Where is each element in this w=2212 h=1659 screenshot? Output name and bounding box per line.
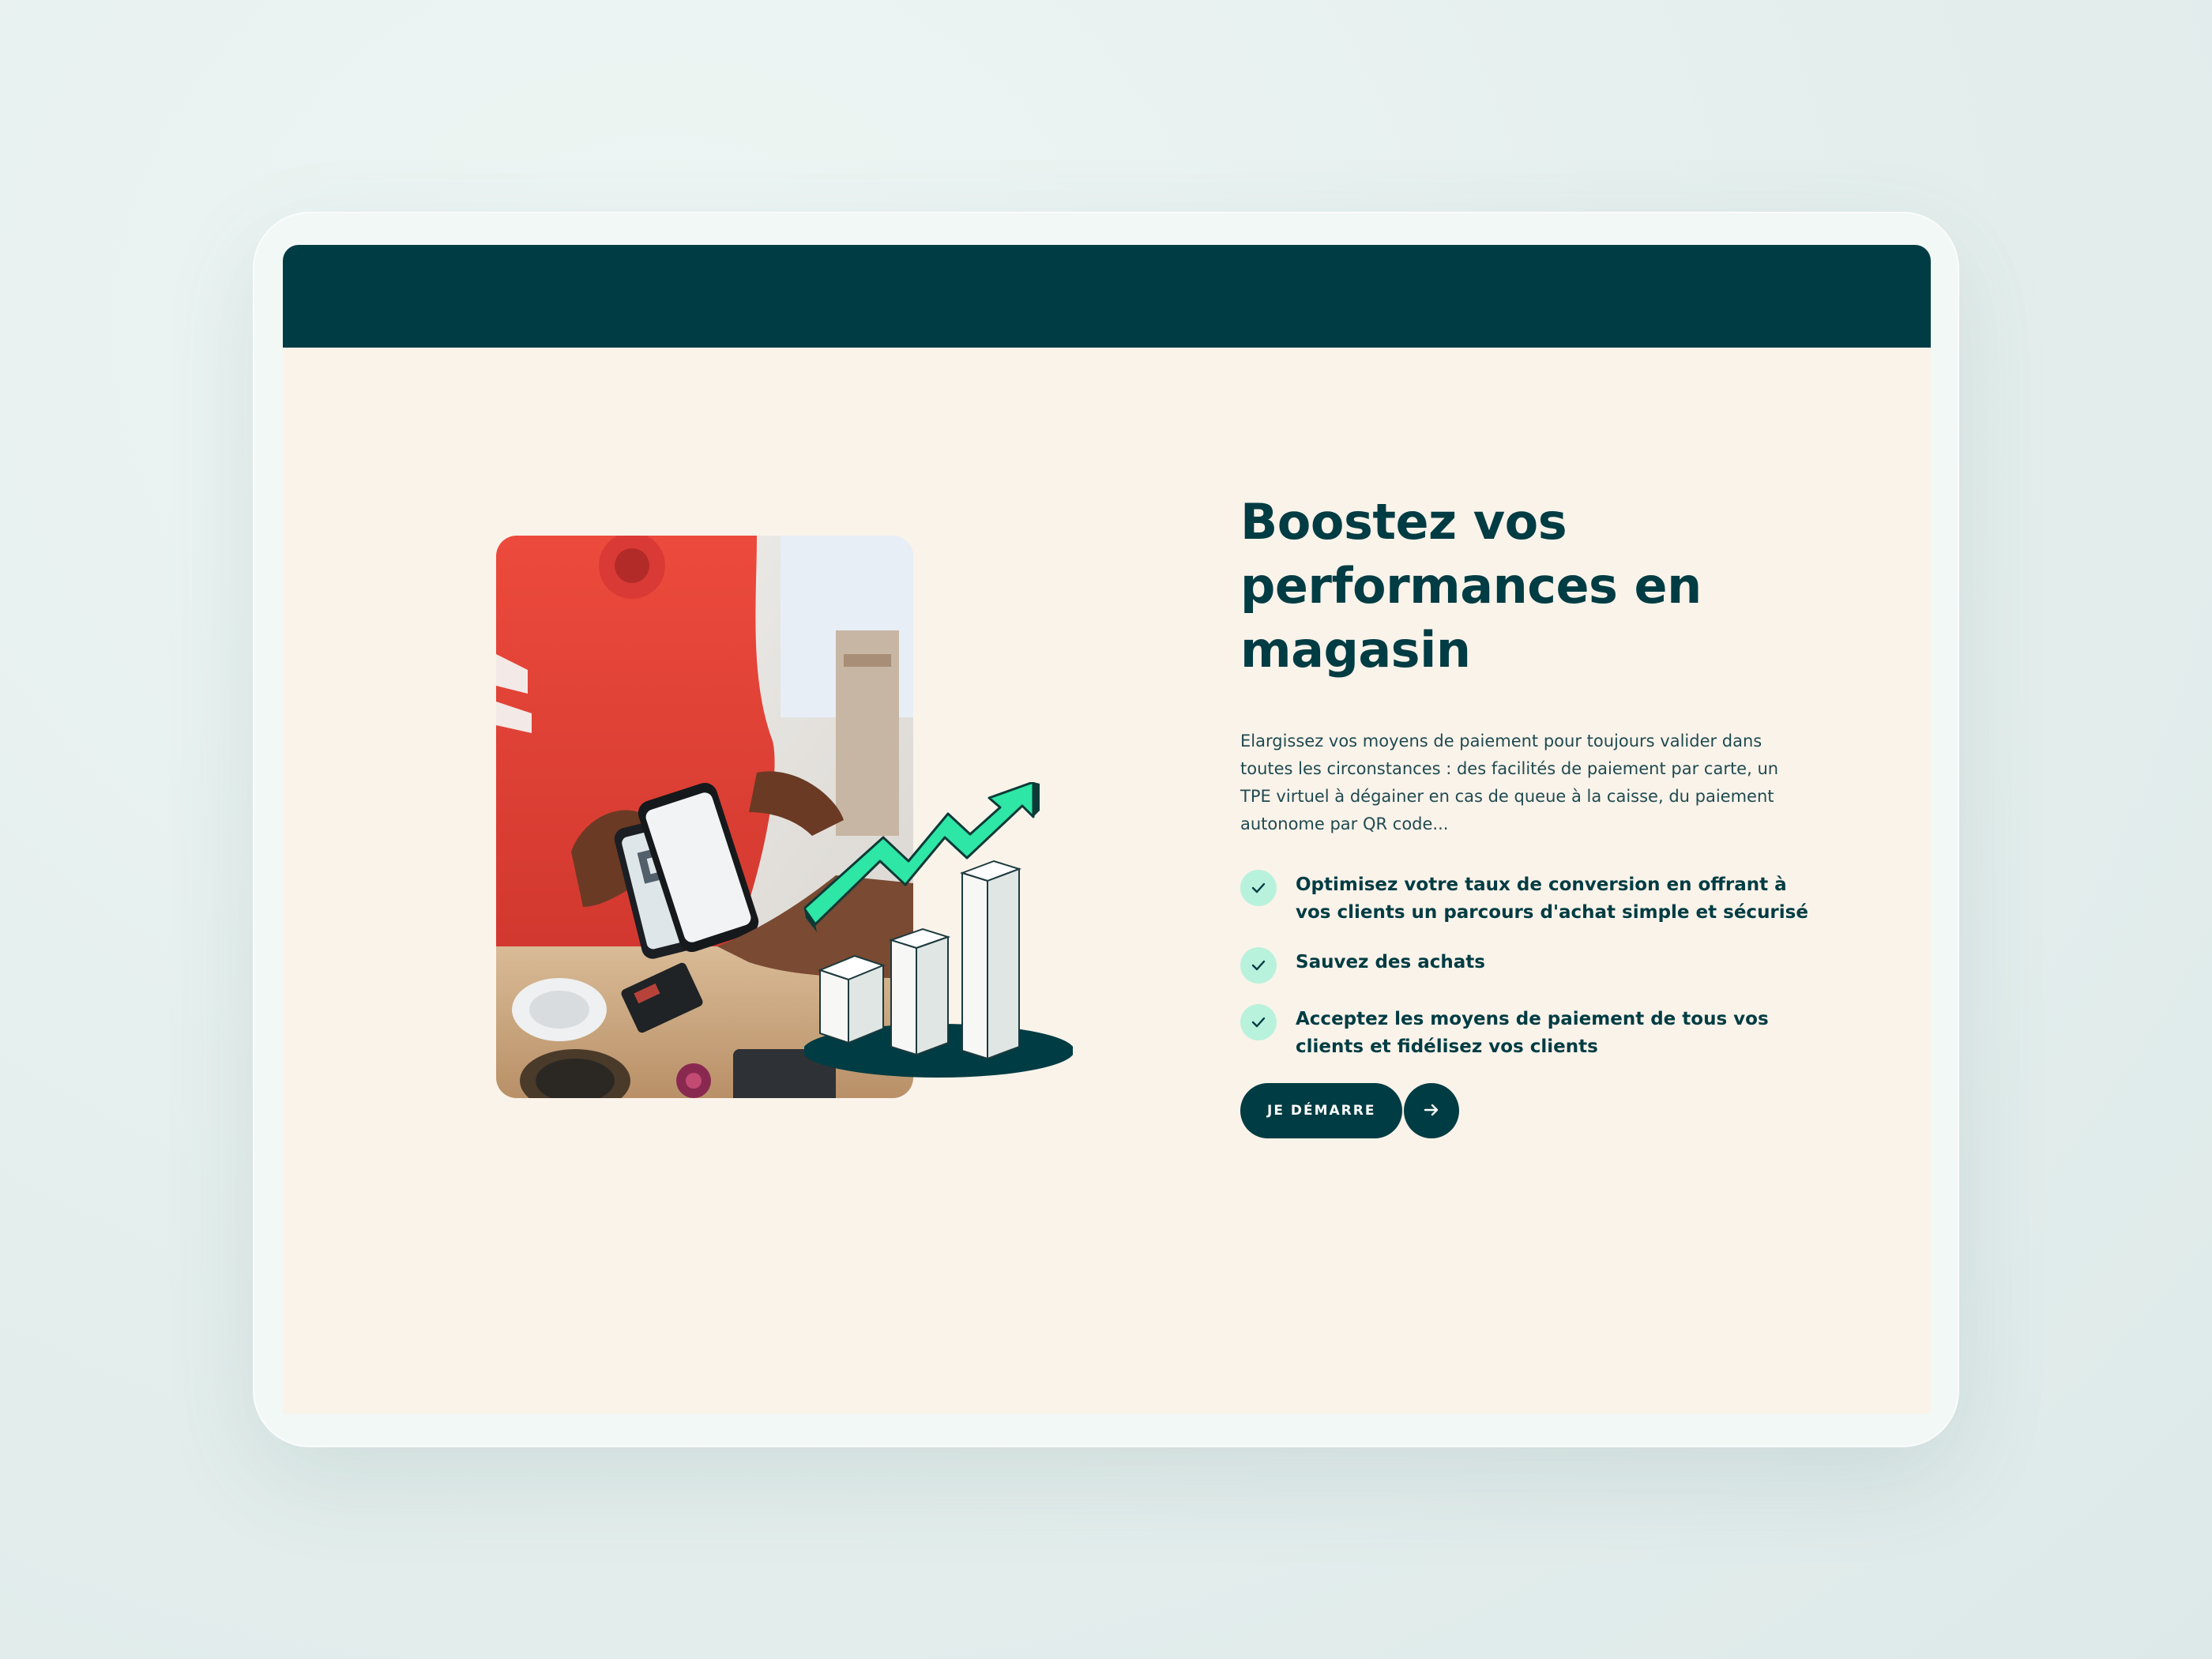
- check-icon: [1240, 947, 1277, 984]
- list-item: Optimisez votre taux de conversion en of…: [1240, 870, 1809, 927]
- list-item-text: Acceptez les moyens de paiement de tous …: [1296, 1009, 1769, 1057]
- arrow-right-icon: [1421, 1100, 1442, 1123]
- top-navigation-bar: [283, 245, 1931, 348]
- browser-screen: Boostez vos performances en magasin Elar…: [283, 245, 1931, 1414]
- intro-paragraph: Elargissez vos moyens de paiement pour t…: [1240, 732, 1779, 833]
- start-button[interactable]: JE DÉMARRE: [1240, 1083, 1403, 1138]
- list-item: Sauvez des achats: [1240, 947, 1809, 984]
- check-icon: [1240, 1004, 1277, 1040]
- check-icon: [1240, 870, 1277, 906]
- list-item-text: Sauvez des achats: [1296, 952, 1485, 972]
- growth-chart-illustration: [803, 781, 1074, 1082]
- benefits-list: Optimisez votre taux de conversion en of…: [1240, 870, 1809, 1061]
- cta-group: JE DÉMARRE: [1240, 1083, 1809, 1138]
- hero-content: Boostez vos performances en magasin Elar…: [1240, 490, 1809, 1138]
- list-item: Acceptez les moyens de paiement de tous …: [1240, 1004, 1809, 1061]
- start-arrow-button[interactable]: [1404, 1083, 1460, 1138]
- list-item-text: Optimisez votre taux de conversion en of…: [1296, 875, 1808, 923]
- page-title: Boostez vos performances en magasin: [1240, 493, 1702, 679]
